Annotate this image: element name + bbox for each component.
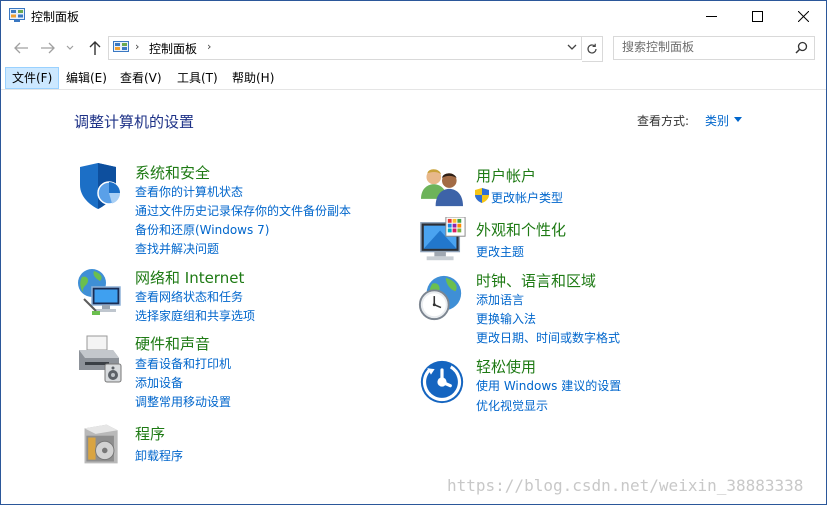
network-globe-icon[interactable] [74,267,124,317]
link-view-computer-status[interactable]: 查看你的计算机状态 [135,183,243,200]
category-title-hardware-sound[interactable]: 硬件和声音 [135,333,210,354]
control-panel-icon [9,8,25,22]
forward-button[interactable] [39,39,57,57]
link-add-device[interactable]: 添加设备 [135,374,183,391]
recent-locations-button[interactable] [65,39,75,57]
chevron-down-icon [66,45,74,50]
category-title-user-accounts[interactable]: 用户帐户 [476,165,536,186]
link-uninstall-program[interactable]: 卸载程序 [135,447,183,464]
search-input[interactable] [614,37,792,57]
link-file-history-backup[interactable]: 通过文件历史记录保存你的文件备份副本 [135,202,351,219]
window-title: 控制面板 [31,10,80,24]
category-title-programs[interactable]: 程序 [135,423,165,444]
link-troubleshoot[interactable]: 查找并解决问题 [135,240,219,257]
up-arrow-icon [89,41,101,55]
breadcrumb-chevron-icon[interactable]: › [207,40,211,53]
close-icon [797,10,809,22]
close-button[interactable] [780,1,826,31]
link-change-account-type[interactable]: 更改帐户类型 [491,189,563,206]
link-homegroup-sharing[interactable]: 选择家庭组和共享选项 [135,307,255,324]
up-button[interactable] [86,39,104,57]
dropdown-arrow-icon[interactable] [734,117,742,122]
programs-icon[interactable] [79,421,125,467]
link-change-date-time-format[interactable]: 更改日期、时间或数字格式 [476,329,620,346]
menu-bar: 文件(F) 编辑(E) 查看(V) 工具(T) 帮助(H) [1,67,826,90]
breadcrumb-chevron-icon[interactable]: › [135,40,139,53]
forward-arrow-icon [41,42,55,54]
search-box[interactable] [613,36,815,60]
clock-globe-icon[interactable] [417,274,465,322]
watermark-text: https://blog.csdn.net/weixin_38883338 [447,476,804,495]
category-title-ease-of-access[interactable]: 轻松使用 [476,356,536,377]
address-dropdown-icon[interactable] [565,40,579,54]
back-arrow-icon [14,42,28,54]
category-title-appearance[interactable]: 外观和个性化 [476,219,566,240]
link-change-theme[interactable]: 更改主题 [476,243,524,260]
printer-icon[interactable] [75,334,125,384]
menu-tools[interactable]: 工具(T) [171,67,224,89]
uac-shield-icon [475,188,489,203]
category-title-system-security[interactable]: 系统和安全 [135,162,210,183]
link-devices-printers[interactable]: 查看设备和打印机 [135,355,231,372]
view-by-label: 查看方式: [637,114,690,128]
address-bar[interactable]: › 控制面板 › [108,36,582,60]
title-bar[interactable]: 控制面板 [1,1,826,31]
maximize-icon [751,10,763,22]
users-icon[interactable] [419,166,465,208]
category-title-network-internet[interactable]: 网络和 Internet [135,267,244,288]
link-mobility-settings[interactable]: 调整常用移动设置 [135,393,231,410]
menu-view[interactable]: 查看(V) [114,67,168,89]
search-icon[interactable] [795,41,808,54]
menu-edit[interactable]: 编辑(E) [60,67,113,89]
link-backup-restore[interactable]: 备份和还原(Windows 7) [135,221,269,238]
link-change-input-method[interactable]: 更换输入法 [476,310,536,327]
refresh-button[interactable] [582,36,603,62]
page-title: 调整计算机的设置 [74,113,195,131]
monitor-icon[interactable] [419,217,467,265]
menu-help[interactable]: 帮助(H) [226,67,280,89]
link-network-status[interactable]: 查看网络状态和任务 [135,288,243,305]
refresh-icon [587,43,597,54]
link-windows-suggested-settings[interactable]: 使用 Windows 建议的设置 [476,377,621,394]
link-optimize-visual-display[interactable]: 优化视觉显示 [476,397,548,414]
category-title-clock-language-region[interactable]: 时钟、语言和区域 [476,270,596,291]
maximize-button[interactable] [734,1,780,31]
link-add-language[interactable]: 添加语言 [476,291,524,308]
control-panel-icon [113,41,129,52]
minimize-button[interactable] [688,1,734,31]
shield-icon[interactable] [76,161,126,211]
view-by-dropdown[interactable]: 类别 [705,112,729,129]
control-panel-window: 控制面板 › 控制面板 › 搜索控制面板 文件(F) 编辑(E) 查看(V) 工… [0,0,827,505]
minimize-icon [705,15,717,17]
menu-file[interactable]: 文件(F) [5,67,60,89]
breadcrumb-control-panel[interactable]: 控制面板 [149,40,197,57]
back-button[interactable] [12,39,30,57]
accessibility-icon[interactable] [419,359,465,405]
